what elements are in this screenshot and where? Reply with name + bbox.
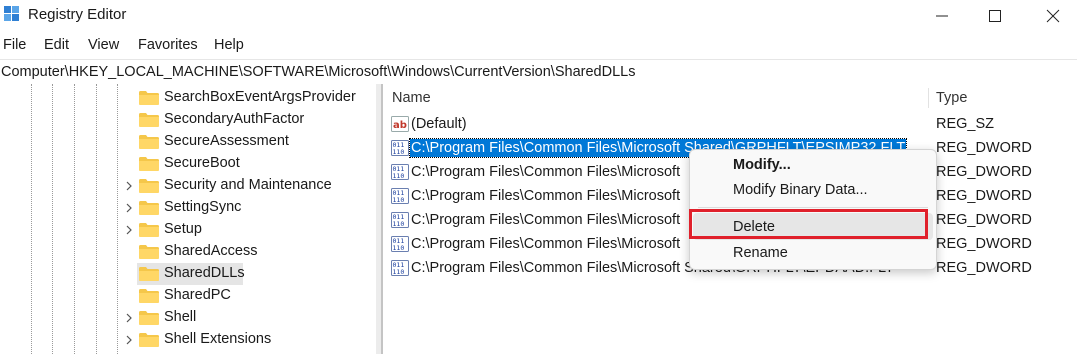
minimize-icon (936, 15, 948, 17)
binary-value-icon: 011110 (391, 260, 409, 276)
address-bar[interactable]: Computer\HKEY_LOCAL_MACHINE\SOFTWARE\Mic… (0, 59, 1077, 85)
pane-splitter[interactable] (376, 84, 383, 354)
menu-separator (698, 207, 928, 208)
folder-icon (139, 223, 159, 237)
tree-pane[interactable]: SearchBoxEventArgsProvider SecondaryAuthF… (0, 84, 376, 354)
tree-guide-line (52, 84, 53, 354)
value-name: (Default) (411, 116, 467, 132)
minimize-button[interactable] (919, 0, 965, 31)
menu-file[interactable]: File (3, 37, 26, 53)
tree-item-label: SearchBoxEventArgsProvider (164, 89, 356, 105)
menu-help[interactable]: Help (214, 37, 244, 53)
svg-text:110: 110 (393, 268, 405, 276)
value-name: C:\Program Files\Common Files\Microsoft (411, 236, 681, 252)
value-type: REG_DWORD (936, 260, 1032, 276)
column-header-type[interactable]: Type (936, 90, 967, 106)
tree-item-label: Shell (164, 309, 197, 325)
close-icon (1046, 9, 1060, 23)
folder-icon (139, 311, 159, 325)
folder-icon (139, 267, 159, 281)
svg-text:110: 110 (393, 196, 405, 204)
chevron-right-icon[interactable] (125, 335, 133, 345)
value-type: REG_DWORD (936, 188, 1032, 204)
value-type: REG_SZ (936, 116, 995, 132)
svg-text:ab: ab (393, 120, 407, 131)
chevron-right-icon[interactable] (125, 181, 133, 191)
binary-value-icon: 011110 (391, 140, 409, 156)
close-button[interactable] (1030, 0, 1076, 31)
folder-icon (139, 245, 159, 259)
chevron-right-icon[interactable] (125, 225, 133, 235)
tree-item[interactable]: SharedDLLs (137, 263, 245, 285)
chevron-right-icon[interactable] (125, 203, 133, 213)
folder-icon (139, 91, 159, 105)
folder-icon (139, 179, 159, 193)
folder-icon (139, 201, 159, 215)
maximize-button[interactable] (972, 0, 1018, 31)
tree-item-label: Setup (164, 221, 202, 237)
context-menu-modify[interactable]: Modify... (733, 157, 791, 173)
binary-value-icon: 011110 (391, 188, 409, 204)
tree-guide-line (96, 84, 97, 354)
delete-highlight-box (689, 209, 928, 239)
address-path[interactable]: Computer\HKEY_LOCAL_MACHINE\SOFTWARE\Mic… (1, 64, 635, 80)
tree-item-label: SharedPC (164, 287, 231, 303)
value-name: C:\Program Files\Common Files\Microsoft (411, 188, 681, 204)
window-title: Registry Editor (28, 6, 127, 23)
folder-icon (139, 157, 159, 171)
menu-bar: File Edit View Favorites Help (0, 35, 1077, 57)
maximize-icon (989, 10, 1001, 22)
chevron-right-icon[interactable] (125, 313, 133, 323)
menu-favorites[interactable]: Favorites (138, 37, 198, 53)
tree-guide-line (31, 84, 32, 354)
svg-text:110: 110 (393, 172, 405, 180)
value-type: REG_DWORD (936, 140, 1032, 156)
tree-guide-line (74, 84, 75, 354)
binary-value-icon: 011110 (391, 212, 409, 228)
registry-editor-icon (4, 6, 22, 24)
folder-icon (139, 333, 159, 347)
value-type: REG_DWORD (936, 164, 1032, 180)
tree-item-label: Shell Extensions (164, 331, 272, 347)
value-type: REG_DWORD (936, 236, 1032, 252)
string-value-icon: ab (391, 116, 409, 132)
svg-text:110: 110 (393, 148, 405, 156)
svg-text:110: 110 (393, 244, 405, 252)
folder-icon (139, 135, 159, 149)
tree-item-label: SecureAssessment (164, 133, 289, 149)
value-type: REG_DWORD (936, 212, 1032, 228)
folder-icon (139, 289, 159, 303)
binary-value-icon: 011110 (391, 164, 409, 180)
menu-edit[interactable]: Edit (44, 37, 69, 53)
tree-item-label: SharedDLLs (164, 265, 245, 281)
tree-item-label: SharedAccess (164, 243, 258, 259)
menu-view[interactable]: View (88, 37, 119, 53)
value-row[interactable]: ab (Default) REG_SZ (383, 112, 1077, 136)
context-menu-modify-binary[interactable]: Modify Binary Data... (733, 182, 868, 198)
value-name: C:\Program Files\Common Files\Microsoft (411, 164, 681, 180)
tree-guide-line (117, 84, 118, 354)
binary-value-icon: 011110 (391, 236, 409, 252)
title-bar: Registry Editor (0, 0, 1077, 31)
tree-item-label: SecureBoot (164, 155, 240, 171)
column-divider[interactable] (928, 88, 929, 108)
value-name: C:\Program Files\Common Files\Microsoft (411, 212, 681, 228)
column-header-name[interactable]: Name (392, 90, 431, 106)
context-menu-rename[interactable]: Rename (733, 245, 788, 261)
tree-item-label: SettingSync (164, 199, 242, 215)
tree-item-label: SecondaryAuthFactor (164, 111, 305, 127)
svg-text:110: 110 (393, 220, 405, 228)
folder-icon (139, 113, 159, 127)
tree-item-label: Security and Maintenance (164, 177, 332, 193)
